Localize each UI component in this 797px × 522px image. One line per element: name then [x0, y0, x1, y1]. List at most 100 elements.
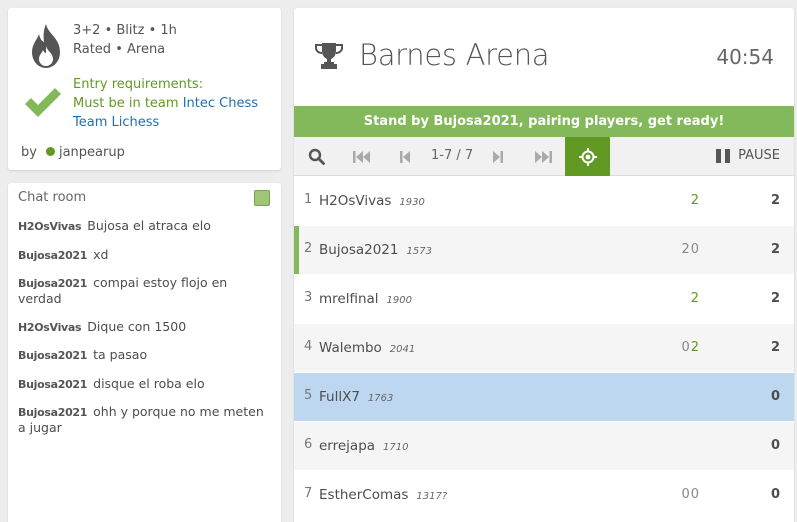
chat-user-link[interactable]: Bujosa2021 — [18, 406, 87, 419]
player-rank: 2 — [304, 241, 313, 256]
table-row[interactable]: 1 H2OsVivas 1930 2 2 — [294, 177, 794, 226]
table-row[interactable]: 4 Walembo 2041 02 2 — [294, 324, 794, 373]
pause-button[interactable]: PAUSE — [716, 148, 780, 163]
chat-user-link[interactable]: H2OsVivas — [18, 321, 82, 334]
online-status-icon — [45, 147, 55, 156]
tournament-mode: Rated • Arena — [73, 42, 166, 57]
player-name[interactable]: errejapa — [319, 438, 375, 454]
player-name[interactable]: Bujosa2021 — [319, 242, 399, 258]
player-score: 2 — [770, 291, 780, 306]
player-rating: 1763 — [367, 393, 394, 404]
score-sheet: 02 — [681, 340, 700, 355]
next-page-button[interactable] — [486, 137, 508, 176]
standings-table: 1 H2OsVivas 1930 2 2 2 Bujosa2021 1573 20 … — [294, 177, 794, 520]
last-page-icon — [534, 150, 552, 163]
pairing-banner: Stand by Bujosa2021, pairing players, ge… — [294, 106, 794, 137]
table-row[interactable]: 3 mrelfinal 1900 2 2 — [294, 275, 794, 324]
table-row[interactable]: 5 FullX7 1763 0 — [294, 373, 794, 422]
table-row[interactable]: 6 errejapa 1710 0 — [294, 422, 794, 471]
player-score: 0 — [770, 487, 780, 502]
entry-requirements-label: Entry requirements: — [73, 77, 204, 92]
player-name[interactable]: H2OsVivas — [319, 193, 391, 209]
creator-link[interactable]: janpearup — [59, 145, 125, 160]
player-rating: 1573 — [406, 246, 432, 257]
player-name[interactable]: EstherComas — [319, 487, 408, 503]
chat-message: Bujosa2021 ohh y porque no me meten a jug… — [18, 404, 273, 435]
player-name[interactable]: mrelfinal — [319, 291, 379, 307]
player-rating: 1900 — [386, 295, 412, 306]
chat-message: H2OsVivas Dique con 1500 — [18, 319, 273, 335]
score-sheet-win: 2 — [690, 340, 700, 355]
player-rating: 1710 — [383, 442, 409, 453]
player-rank: 1 — [304, 192, 313, 207]
table-row[interactable]: 7 EstherComas 1317? 00 0 — [294, 471, 794, 520]
chat-text: Dique con 1500 — [87, 318, 187, 334]
time-control: 3+2 • Blitz • 1h — [73, 23, 177, 38]
checkmark-icon — [25, 88, 61, 117]
flame-icon — [32, 24, 60, 68]
player-rank: 5 — [304, 388, 313, 403]
prev-page-icon — [399, 150, 410, 163]
tournament-title: Barnes Arena — [359, 38, 550, 72]
chat-message: Bujosa2021 xd — [18, 247, 273, 263]
table-row[interactable]: 2 Bujosa2021 1573 20 2 — [294, 226, 794, 275]
chat-user-link[interactable]: Bujosa2021 — [18, 277, 87, 290]
chat-room: Chat room H2OsVivas Bujosa el atraca elo … — [8, 183, 281, 522]
player-name[interactable]: FullX7 — [319, 389, 360, 405]
pause-icon — [716, 148, 731, 163]
jump-to-me-button[interactable] — [565, 137, 610, 176]
chat-user-link[interactable]: Bujosa2021 — [18, 378, 87, 391]
page-info: 1-7 / 7 — [431, 148, 474, 163]
player-rank: 4 — [304, 339, 313, 354]
team-link[interactable]: Intec Chess — [183, 96, 258, 111]
score-sheet: 2 — [690, 291, 700, 306]
next-page-icon — [492, 150, 503, 163]
trophy-icon — [315, 43, 343, 69]
chat-toggle-checkbox[interactable] — [254, 190, 270, 206]
search-button[interactable] — [304, 137, 329, 176]
chat-message: Bujosa2021 compai estoy flojo en verdad — [18, 275, 273, 306]
creator-line: by janpearup — [21, 145, 125, 160]
chat-user-link[interactable]: H2OsVivas — [18, 220, 82, 233]
chat-text: ta pasao — [93, 347, 148, 362]
score-sheet: 2 — [690, 193, 700, 208]
tournament-panel: Barnes Arena 40:54 Stand by Bujosa2021, … — [294, 8, 794, 522]
player-rank: 6 — [304, 437, 313, 452]
chat-text: Bujosa el atraca elo — [87, 218, 211, 233]
chat-text: xd — [93, 246, 109, 262]
pause-label: PAUSE — [738, 148, 780, 163]
search-icon — [308, 148, 325, 165]
score-sheet: 20 — [681, 242, 700, 257]
player-score: 2 — [770, 242, 780, 257]
entry-requirements-prefix: Must be in team — [73, 96, 179, 111]
chat-title: Chat room — [18, 190, 87, 205]
standings-pager: 1-7 / 7 PAUSE — [294, 137, 794, 176]
player-rank: 7 — [304, 486, 313, 501]
first-page-icon — [352, 150, 370, 163]
tournament-clock: 40:54 — [716, 45, 774, 69]
player-score: 2 — [770, 193, 780, 208]
player-score: 2 — [770, 340, 780, 355]
crosshair-icon — [578, 147, 597, 166]
chat-user-link[interactable]: Bujosa2021 — [18, 249, 87, 262]
last-page-button[interactable] — [530, 137, 555, 176]
player-score: 0 — [770, 438, 780, 453]
entry-requirements: Entry requirements: Must be in team Inte… — [73, 75, 273, 132]
team-link-continued[interactable]: Team Lichess — [73, 113, 273, 132]
player-rating: 1317? — [416, 491, 448, 502]
score-sheet: 00 — [681, 487, 700, 502]
prev-page-button[interactable] — [394, 137, 416, 176]
player-name[interactable]: Walembo — [319, 340, 382, 356]
player-rating: 1930 — [399, 197, 425, 208]
first-page-button[interactable] — [349, 137, 374, 176]
chat-text: disque el roba elo — [93, 375, 205, 391]
chat-message: Bujosa2021 ta pasao — [18, 347, 273, 363]
player-rating: 2041 — [389, 344, 416, 355]
chat-message: H2OsVivas Bujosa el atraca elo — [18, 218, 273, 234]
by-label: by — [21, 145, 37, 160]
chat-user-link[interactable]: Bujosa2021 — [18, 349, 87, 362]
player-rank: 3 — [304, 290, 313, 305]
tournament-info-card: 3+2 • Blitz • 1h Rated • Arena Entry req… — [8, 8, 281, 170]
score-sheet-loss: 0 — [681, 340, 691, 355]
tournament-meta: 3+2 • Blitz • 1h Rated • Arena — [73, 21, 177, 59]
